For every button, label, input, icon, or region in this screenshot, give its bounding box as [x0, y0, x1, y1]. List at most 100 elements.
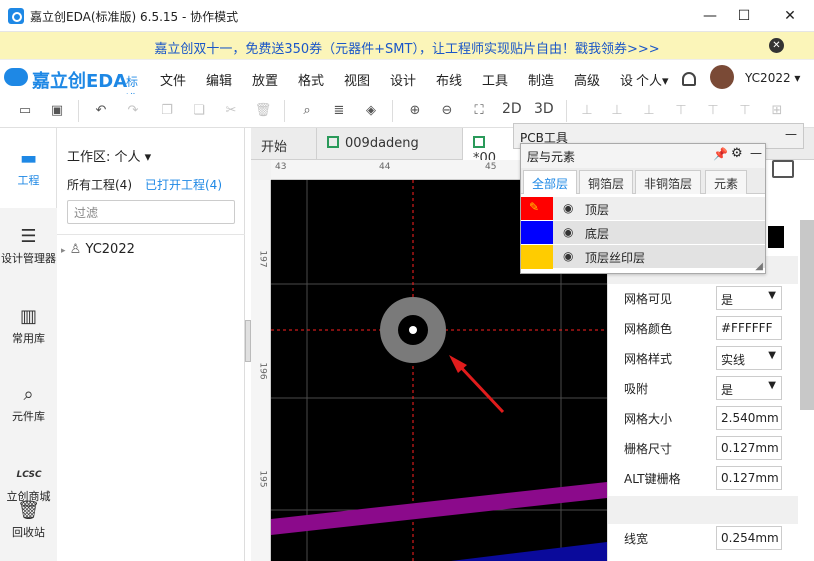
align-top-icon[interactable]: ⊤: [672, 102, 690, 120]
menu-route[interactable]: 布线: [436, 70, 462, 89]
layers-panel-title: 层与元素: [527, 150, 576, 164]
avatar[interactable]: [710, 65, 734, 89]
menu-fabrication[interactable]: 制造: [528, 70, 554, 89]
layer-color-swatch[interactable]: [521, 221, 553, 245]
nav-common-library[interactable]: ▥ 常用库: [0, 306, 57, 345]
layers-panel-header[interactable]: 层与元素 📌 ⚙ —: [521, 144, 765, 168]
nav-recycle-bin[interactable]: 🗑 回收站: [0, 500, 57, 539]
close-button[interactable]: ✕: [770, 4, 810, 28]
tab-all-projects[interactable]: 所有工程(4): [67, 176, 132, 193]
nav-design-manager[interactable]: ☰ 设计管理器: [0, 226, 57, 265]
line-width-input[interactable]: 0.254mm: [716, 526, 782, 550]
prop-label: 网格颜色: [624, 322, 673, 336]
zoom-in-icon[interactable]: ⊕: [406, 102, 424, 120]
bell-icon[interactable]: [682, 72, 696, 86]
nav-projects[interactable]: ▬ 工程: [0, 148, 57, 187]
zoom-out-icon[interactable]: ⊖: [438, 102, 456, 120]
toolbar-divider: [392, 100, 393, 122]
grid-visible-select[interactable]: 是 ▼: [716, 286, 782, 310]
app-icon: [8, 8, 24, 24]
annotation-arrow-line: [454, 360, 505, 414]
minimize-icon[interactable]: —: [785, 127, 797, 141]
menu-file[interactable]: 文件: [160, 70, 186, 89]
layer-row[interactable]: ◉ 顶层丝印层: [521, 244, 765, 269]
distribute-icon[interactable]: ⊞: [768, 102, 786, 120]
eraser-icon[interactable]: ◈: [362, 102, 380, 120]
align-middle-icon[interactable]: ⊤: [704, 102, 722, 120]
menu-settings[interactable]: 设: [620, 70, 633, 89]
menu-format[interactable]: 格式: [298, 70, 324, 89]
layer-color-swatch[interactable]: [521, 245, 553, 269]
minimize-icon[interactable]: —: [750, 146, 762, 160]
resize-handle-icon[interactable]: ◢: [755, 261, 763, 272]
copy-icon[interactable]: ❐: [158, 102, 176, 120]
prop-label: ALT键栅格: [624, 472, 681, 486]
menu-view[interactable]: 视图: [344, 70, 370, 89]
user-menu[interactable]: YC2022 ▾: [745, 71, 800, 85]
input-value: 2.540mm: [721, 411, 779, 425]
eye-icon[interactable]: ◉: [563, 225, 573, 239]
eye-icon[interactable]: ◉: [563, 249, 573, 263]
view-2d-button[interactable]: 2D: [502, 101, 522, 117]
pin-icon[interactable]: 📌: [713, 147, 728, 161]
tree-item-label: YC2022: [85, 242, 135, 257]
workspace-selector[interactable]: 个人▾: [636, 70, 669, 89]
filter-input[interactable]: 过滤: [67, 200, 235, 224]
color-swatch[interactable]: [768, 226, 784, 248]
pcb-file-icon: [473, 136, 485, 148]
title-bar: 嘉立创EDA(标准版) 6.5.15 - 协作模式 — ☐ ✕: [0, 0, 814, 32]
menu-tools[interactable]: 工具: [482, 70, 508, 89]
menu-design[interactable]: 设计: [390, 70, 416, 89]
save-icon[interactable]: ▣: [48, 102, 66, 120]
view-3d-button[interactable]: 3D: [534, 101, 554, 117]
nav-label: 常用库: [12, 332, 45, 345]
top-silk-trace[interactable]: [271, 482, 607, 535]
maximize-button[interactable]: ☐: [724, 4, 764, 28]
layer-row[interactable]: ✎ ◉ 顶层: [521, 196, 765, 221]
tree-item[interactable]: ▸ ♙ YC2022: [61, 242, 135, 257]
expand-arrow-icon[interactable]: ▸: [61, 246, 66, 256]
promo-banner: 嘉立创双十一，免费送350券（元器件+SMT），让工程师实现贴片自由！戳我领券>…: [0, 32, 814, 60]
tab-009dadeng[interactable]: 009dadeng: [317, 128, 463, 160]
gear-icon[interactable]: ⚙: [731, 146, 743, 161]
grid-style-select[interactable]: 实线 ▼: [716, 346, 782, 370]
banner-close-icon[interactable]: ✕: [769, 38, 784, 53]
align-right-icon[interactable]: ⊥: [640, 102, 658, 120]
align-center-icon[interactable]: ⊥: [608, 102, 626, 120]
layer-row[interactable]: ◉ 底层: [521, 220, 765, 245]
tab-all-layers[interactable]: 全部层: [523, 170, 578, 194]
undo-icon[interactable]: ↶: [92, 102, 110, 120]
menu-place[interactable]: 放置: [252, 70, 278, 89]
tab-start[interactable]: 开始: [251, 128, 317, 160]
workspace-dropdown[interactable]: 工作区: 个人 ▾: [67, 146, 151, 165]
tab-open-projects[interactable]: 已打开工程(4): [145, 176, 222, 193]
layer-color-swatch[interactable]: ✎: [521, 197, 553, 221]
find-list-icon[interactable]: ≣: [330, 102, 348, 120]
bottom-layer-trace[interactable]: [451, 542, 607, 561]
snap-select[interactable]: 是 ▼: [716, 376, 782, 400]
delete-icon[interactable]: 🗑: [254, 102, 272, 120]
align-bottom-icon[interactable]: ⊤: [736, 102, 754, 120]
paste-icon[interactable]: ❏: [190, 102, 208, 120]
image-icon[interactable]: [772, 160, 794, 178]
promo-link[interactable]: 嘉立创双十一，免费送350券（元器件+SMT），让工程师实现贴片自由！戳我领券>…: [0, 38, 814, 57]
redo-icon[interactable]: ↷: [124, 102, 142, 120]
align-left-icon[interactable]: ⊥: [578, 102, 596, 120]
menu-edit[interactable]: 编辑: [206, 70, 232, 89]
alt-snap-input[interactable]: 0.127mm: [716, 466, 782, 490]
menu-advanced[interactable]: 高级: [574, 70, 600, 89]
search-icon[interactable]: ⌕: [298, 102, 316, 120]
eye-icon[interactable]: ◉: [563, 201, 573, 215]
grid-size-input[interactable]: 2.540mm: [716, 406, 782, 430]
nav-component-library[interactable]: ⌕ 元件库: [0, 384, 57, 423]
grid-color-input[interactable]: #FFFFFF: [716, 316, 782, 340]
cut-icon[interactable]: ✂: [222, 102, 240, 120]
snap-size-input[interactable]: 0.127mm: [716, 436, 782, 460]
open-folder-icon[interactable]: ▭: [16, 102, 34, 120]
divider: [57, 234, 245, 235]
nav-lcsc-mall[interactable]: LCSC 立创商城: [0, 464, 57, 503]
tab-copper-layers[interactable]: 铜箔层: [579, 170, 634, 194]
tab-non-copper-layers[interactable]: 非铜箔层: [635, 170, 702, 194]
tab-elements[interactable]: 元素: [705, 170, 748, 194]
fit-view-icon[interactable]: ⛶: [470, 102, 488, 120]
